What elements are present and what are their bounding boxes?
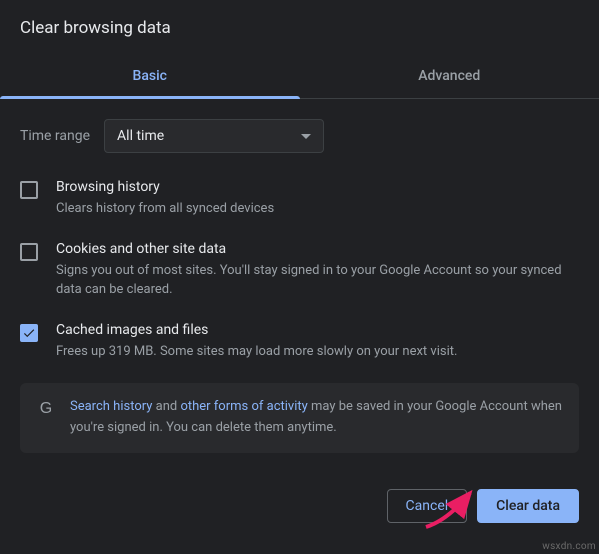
time-range-row: Time range All time [20, 119, 579, 153]
checkbox-cache[interactable] [20, 324, 38, 342]
checkbox-browsing-history[interactable] [20, 181, 38, 199]
option-browsing-history: Browsing history Clears history from all… [20, 179, 579, 219]
option-title: Cookies and other site data [56, 241, 573, 257]
check-icon [22, 326, 36, 340]
clear-browsing-data-dialog: Clear browsing data Basic Advanced Time … [0, 0, 599, 453]
dialog-footer: Cancel Clear data [0, 471, 599, 543]
dialog-title: Clear browsing data [20, 18, 579, 38]
option-title: Browsing history [56, 179, 573, 195]
clear-data-button[interactable]: Clear data [477, 489, 579, 523]
caret-down-icon [301, 134, 311, 139]
option-text: Cookies and other site data Signs you ou… [56, 241, 573, 300]
google-icon: G [36, 399, 56, 419]
option-cache: Cached images and files Frees up 319 MB.… [20, 322, 579, 362]
tab-advanced[interactable]: Advanced [300, 56, 599, 98]
option-cookies: Cookies and other site data Signs you ou… [20, 241, 579, 300]
option-title: Cached images and files [56, 322, 573, 338]
checkbox-cookies[interactable] [20, 243, 38, 261]
option-desc: Frees up 319 MB. Some sites may load mor… [56, 342, 573, 362]
info-text: Search history and other forms of activi… [70, 397, 563, 439]
tabs: Basic Advanced [0, 56, 599, 99]
watermark: wsxdn.com [542, 541, 596, 552]
option-desc: Signs you out of most sites. You'll stay… [56, 261, 573, 300]
info-box: G Search history and other forms of acti… [20, 383, 579, 453]
option-desc: Clears history from all synced devices [56, 199, 573, 219]
option-text: Browsing history Clears history from all… [56, 179, 573, 219]
time-range-label: Time range [20, 128, 90, 144]
option-text: Cached images and files Frees up 319 MB.… [56, 322, 573, 362]
time-range-dropdown[interactable]: All time [104, 119, 324, 153]
time-range-value: All time [117, 128, 164, 144]
cancel-button[interactable]: Cancel [387, 489, 468, 523]
link-search-history[interactable]: Search history [70, 399, 152, 414]
tab-basic[interactable]: Basic [0, 56, 300, 98]
link-other-activity[interactable]: other forms of activity [180, 399, 307, 414]
